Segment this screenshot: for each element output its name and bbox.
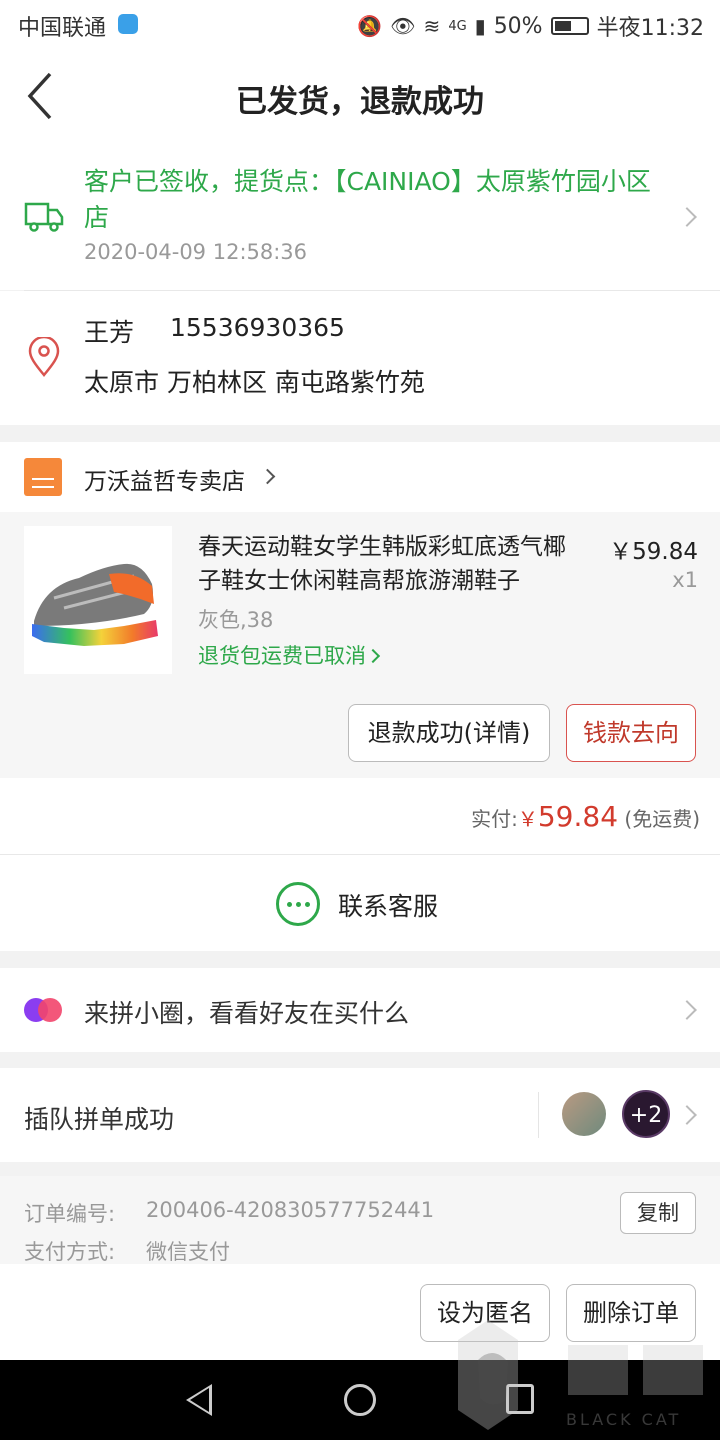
return-shipping-label: 退货包运费已取消: [198, 644, 366, 668]
friend-circle-label: 来拼小圈，看看好友在买什么: [84, 999, 410, 1028]
mute-icon: 🔕: [357, 14, 383, 38]
status-right: 🔕 👁 ≋ 4G ▮ 50% 半夜11:32: [357, 10, 704, 42]
goods-item[interactable]: 春天运动鞋女学生韩版彩虹底透气椰子鞋女士休闲鞋高帮旅游潮鞋子 ￥59.84 x1…: [0, 512, 720, 778]
signal-icon: 4G: [448, 18, 467, 34]
payment-method-label: 支付方式:: [24, 1240, 116, 1264]
divider-vertical: [538, 1092, 539, 1138]
page-header: 已发货，退款成功: [0, 50, 720, 144]
paid-label: 实付:: [471, 807, 518, 831]
payment-line: 实付:￥59.84 (免运费): [471, 800, 700, 833]
clock: 半夜11:32: [596, 16, 704, 41]
address-card: 王芳 15536930365 太原市 万柏林区 南屯路紫竹苑: [0, 291, 720, 425]
product-image: [24, 526, 172, 674]
wifi-icon: ≋: [423, 14, 441, 38]
nav-recent-icon[interactable]: [506, 1384, 534, 1414]
recipient-address: 太原市 万柏林区 南屯路紫竹苑: [84, 368, 425, 397]
chevron-right-icon: [677, 1000, 697, 1020]
product-quantity: x1: [672, 568, 698, 592]
product-spec: 灰色,38: [198, 608, 274, 632]
shop-logo-icon: [24, 458, 62, 496]
money-flow-button[interactable]: 钱款去向: [566, 704, 696, 762]
payment-summary: 实付:￥59.84 (免运费): [0, 778, 720, 854]
page-title: 已发货，退款成功: [236, 84, 484, 120]
group-buy-label: 插队拼单成功: [24, 1105, 175, 1134]
battery-percent: 50%: [493, 13, 543, 39]
logistics-time: 2020-04-09 12:58:36: [84, 240, 308, 264]
chat-bubble-icon: [276, 882, 320, 926]
circle-logo-icon-overlap: [38, 998, 62, 1022]
chevron-right-icon: [677, 1105, 697, 1125]
chevron-right-icon: [677, 207, 697, 227]
friend-circle-row[interactable]: 来拼小圈，看看好友在买什么: [0, 968, 720, 1052]
shield-icon: [118, 14, 138, 34]
product-title: 春天运动鞋女学生韩版彩虹底透气椰子鞋女士休闲鞋高帮旅游潮鞋子: [198, 534, 566, 594]
order-info: 订单编号: 200406-420830577752441 复制 支付方式: 微信…: [0, 1176, 720, 1264]
signal-bars-icon: ▮: [474, 14, 486, 38]
chevron-right-icon: [259, 468, 276, 485]
contact-service-label: 联系客服: [338, 892, 439, 921]
order-number-label: 订单编号:: [24, 1202, 116, 1226]
recipient-phone: 15536930365: [170, 313, 345, 342]
carrier-name: 中国联通: [18, 16, 107, 41]
shop-row[interactable]: 万沃益哲专卖店: [0, 442, 720, 512]
eye-icon: 👁: [390, 14, 416, 38]
paid-amount: 59.84: [537, 800, 619, 833]
logistics-message: 客户已签收，提货点：【CAINIAO】太原紫竹园小区店: [84, 167, 651, 232]
refund-detail-button[interactable]: 退款成功(详情): [348, 704, 550, 762]
product-price: ￥59.84: [609, 539, 698, 565]
copy-button[interactable]: 复制: [620, 1192, 696, 1234]
currency-symbol: ￥: [517, 807, 538, 831]
bottom-action-bar: 设为匿名 删除订单: [0, 1264, 720, 1360]
order-detail-page: 中国联通 🔕 👁 ≋ 4G ▮ 50% 半夜11:32 已发货，退款成功 客户已…: [0, 0, 720, 1440]
location-pin-icon: [28, 337, 60, 377]
shop-name: 万沃益哲专卖店: [84, 469, 245, 495]
shipping-fee-note: (免运费): [624, 807, 700, 831]
avatar: [562, 1092, 606, 1136]
battery-icon: [550, 17, 589, 35]
return-shipping-note[interactable]: 退货包运费已取消: [198, 640, 381, 670]
truck-icon: [24, 202, 64, 232]
nav-home-icon[interactable]: [344, 1384, 376, 1416]
contact-service-button[interactable]: 联系客服: [0, 855, 720, 951]
set-anonymous-button[interactable]: 设为匿名: [420, 1284, 550, 1342]
group-buy-row[interactable]: 插队拼单成功 +2: [0, 1068, 720, 1162]
payment-method: 微信支付: [146, 1240, 230, 1264]
order-number: 200406-420830577752441: [146, 1198, 435, 1222]
recipient-name: 王芳: [84, 318, 135, 347]
delete-order-button[interactable]: 删除订单: [566, 1284, 696, 1342]
status-bar: 中国联通 🔕 👁 ≋ 4G ▮ 50% 半夜11:32: [0, 0, 720, 50]
avatar-more-count: +2: [622, 1090, 670, 1138]
logistics-card[interactable]: 客户已签收，提货点：【CAINIAO】太原紫竹园小区店 2020-04-09 1…: [0, 144, 720, 290]
watermark-text: BLACK CAT: [566, 1410, 682, 1429]
nav-back-icon-inner: [190, 1388, 209, 1412]
chevron-right-icon: [365, 648, 381, 664]
